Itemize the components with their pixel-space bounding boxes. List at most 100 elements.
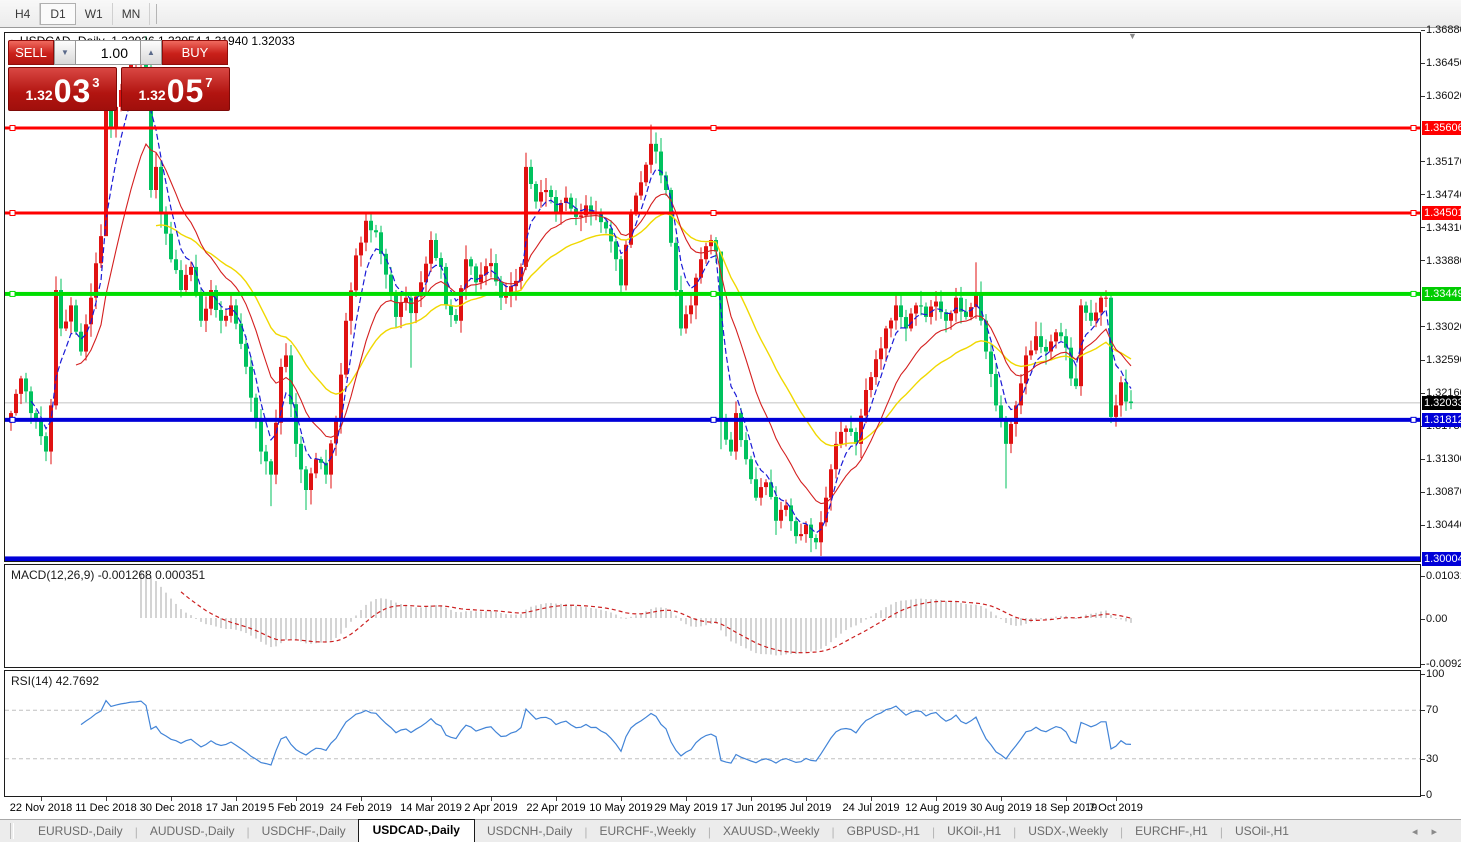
date-axis-tick xyxy=(1066,797,1067,801)
date-axis-tick xyxy=(686,797,687,801)
price-axis-badge: 1.35606 xyxy=(1422,121,1461,135)
toolbar-separator xyxy=(156,3,158,24)
tab-usdchf-daily[interactable]: USDCHF-,Daily xyxy=(250,821,358,842)
price-axis-label: 1.34740 xyxy=(1426,188,1461,201)
date-axis-tick xyxy=(1116,797,1117,801)
tab-eurusd-daily[interactable]: EURUSD-,Daily xyxy=(26,821,135,842)
tab-scroll-left-icon[interactable]: ◂ xyxy=(1412,826,1432,838)
tab-ukoil-h1[interactable]: UKOil-,H1 xyxy=(935,821,1013,842)
date-axis-label: 11 Dec 2018 xyxy=(75,802,137,814)
rsi-axis-tick xyxy=(1421,795,1425,796)
price-axis-label: 1.33020 xyxy=(1426,320,1461,333)
sell-price-quote[interactable]: 1.32 03 3 xyxy=(8,67,117,111)
buy-price-quote[interactable]: 1.32 05 7 xyxy=(121,67,230,111)
tab-gbpusd-h1[interactable]: GBPUSD-,H1 xyxy=(835,821,932,842)
price-axis-tick xyxy=(1421,260,1425,262)
tab-scroll-arrows[interactable]: ◂▸ xyxy=(1412,825,1451,838)
sell-button[interactable]: SELL xyxy=(8,40,54,65)
price-axis-badge: 1.31812 xyxy=(1422,412,1461,427)
horizontal-level-line[interactable] xyxy=(5,556,1420,561)
tab-scroll-right-icon[interactable]: ▸ xyxy=(1431,826,1451,838)
macd-label: MACD(12,26,9) -0.001268 0.000351 xyxy=(11,568,206,582)
date-axis-label: 29 May 2019 xyxy=(654,802,718,814)
rsi-axis-label: 70 xyxy=(1426,704,1439,717)
buy-button[interactable]: BUY xyxy=(162,40,228,65)
date-axis-label: 5 Feb 2019 xyxy=(268,802,324,814)
rsi-axis-label: 100 xyxy=(1426,668,1445,680)
tab-xauusd-weekly[interactable]: XAUUSD-,Weekly xyxy=(711,821,831,842)
date-axis-tick xyxy=(936,797,937,801)
date-axis-tick xyxy=(41,797,42,801)
date-axis-tick xyxy=(621,797,622,801)
price-axis-tick xyxy=(1421,359,1425,361)
date-axis-label: 14 Mar 2019 xyxy=(400,802,462,814)
chart-shift-marker-icon[interactable]: ▼ xyxy=(1128,31,1137,41)
tab-usoil-h1[interactable]: USOil-,H1 xyxy=(1223,821,1301,842)
date-axis-tick xyxy=(1001,797,1002,801)
date-axis-label: 5 Jul 2019 xyxy=(780,802,832,814)
price-chart-panel[interactable] xyxy=(4,32,1421,562)
price-axis-label: 1.30870 xyxy=(1426,486,1461,499)
price-axis-badge: 1.32033 xyxy=(1422,395,1461,410)
price-axis-label: 1.30440 xyxy=(1426,519,1461,532)
price-axis-tick xyxy=(1421,29,1425,31)
date-axis-tick xyxy=(556,797,557,801)
tab-eurchf-h1[interactable]: EURCHF-,H1 xyxy=(1123,821,1220,842)
price-axis-tick xyxy=(1421,227,1425,229)
price-axis-label: 1.34310 xyxy=(1426,221,1461,234)
price-axis-label: 1.36880 xyxy=(1426,24,1461,36)
date-axis-label: 24 Jul 2019 xyxy=(842,802,900,814)
volume-input[interactable]: 1.00 xyxy=(76,40,140,65)
price-axis-label: 1.33880 xyxy=(1426,254,1461,267)
sell-price-sup: 3 xyxy=(92,75,100,90)
rsi-indicator-panel[interactable]: RSI(14) 42.7692 xyxy=(4,670,1421,797)
date-axis-label: 30 Dec 2018 xyxy=(139,802,203,814)
timeframe-button-mn[interactable]: MN xyxy=(113,2,151,25)
timeframe-button-w1[interactable]: W1 xyxy=(76,2,113,25)
tab-audusd-daily[interactable]: AUDUSD-,Daily xyxy=(138,821,247,842)
date-axis-label: 7 Oct 2019 xyxy=(1089,802,1143,814)
date-axis-tick xyxy=(296,797,297,801)
price-axis-tick xyxy=(1421,491,1425,493)
sell-price-small: 1.32 xyxy=(25,87,53,103)
date-axis-label: 10 May 2019 xyxy=(589,802,653,814)
buy-price-small: 1.32 xyxy=(138,87,166,103)
chart-window: ▲USDCAD-,Daily 1.32036 1.32054 1.31940 1… xyxy=(0,24,1461,819)
macd-axis-label: 0.010311 xyxy=(1426,570,1461,582)
date-axis-label: 22 Nov 2018 xyxy=(9,802,73,814)
buy-price-sup: 7 xyxy=(205,75,213,90)
price-axis-tick xyxy=(1421,161,1425,163)
volume-decrease-button[interactable]: ▼ xyxy=(54,40,76,65)
date-axis-tick xyxy=(431,797,432,801)
date-axis-label: 17 Jan 2019 xyxy=(205,802,267,814)
price-axis-badge: 1.33449 xyxy=(1422,286,1461,301)
rsi-axis-tick xyxy=(1421,758,1425,760)
chart-tab-bar: EURUSD-,Daily | AUDUSD-,Daily | USDCHF-,Dail… xyxy=(0,819,1461,842)
timeframe-button-h4[interactable]: H4 xyxy=(6,2,41,25)
rsi-axis-label: 0 xyxy=(1426,789,1433,801)
tabbar-gripper[interactable] xyxy=(10,823,14,839)
date-axis-label: 22 Apr 2019 xyxy=(526,802,586,814)
sell-price-big: 03 xyxy=(53,73,92,109)
chevron-down-icon: ▼ xyxy=(61,48,69,57)
price-axis-tick xyxy=(1421,194,1425,196)
tab-usdcad-daily[interactable]: USDCAD-,Daily xyxy=(357,819,475,842)
date-axis-label: 24 Feb 2019 xyxy=(330,802,392,814)
volume-increase-button[interactable]: ▲ xyxy=(140,40,162,65)
date-axis-tick xyxy=(871,797,872,801)
timeframe-button-d1[interactable]: D1 xyxy=(40,2,76,25)
tab-eurchf-weekly[interactable]: EURCHF-,Weekly xyxy=(587,821,707,842)
date-axis-tick xyxy=(171,797,172,801)
price-axis: 1.36880 1.36450 1.36020 1.35170 1.34740 1.343… xyxy=(1421,24,1461,819)
date-axis-tick xyxy=(751,797,752,801)
date-axis-tick xyxy=(361,797,362,801)
buy-price-big: 05 xyxy=(166,73,205,109)
tab-usdx-weekly[interactable]: USDX-,Weekly xyxy=(1016,821,1120,842)
rsi-label: RSI(14) 42.7692 xyxy=(11,674,100,688)
price-axis-badge: 1.34501 xyxy=(1422,206,1461,220)
macd-indicator-panel[interactable]: MACD(12,26,9) -0.001268 0.000351 xyxy=(4,564,1421,668)
chevron-up-icon: ▲ xyxy=(147,48,155,57)
tab-usdcnh-daily[interactable]: USDCNH-,Daily xyxy=(475,821,584,842)
date-axis-tick xyxy=(806,797,807,801)
price-axis-badge: 1.30004 xyxy=(1422,551,1461,566)
